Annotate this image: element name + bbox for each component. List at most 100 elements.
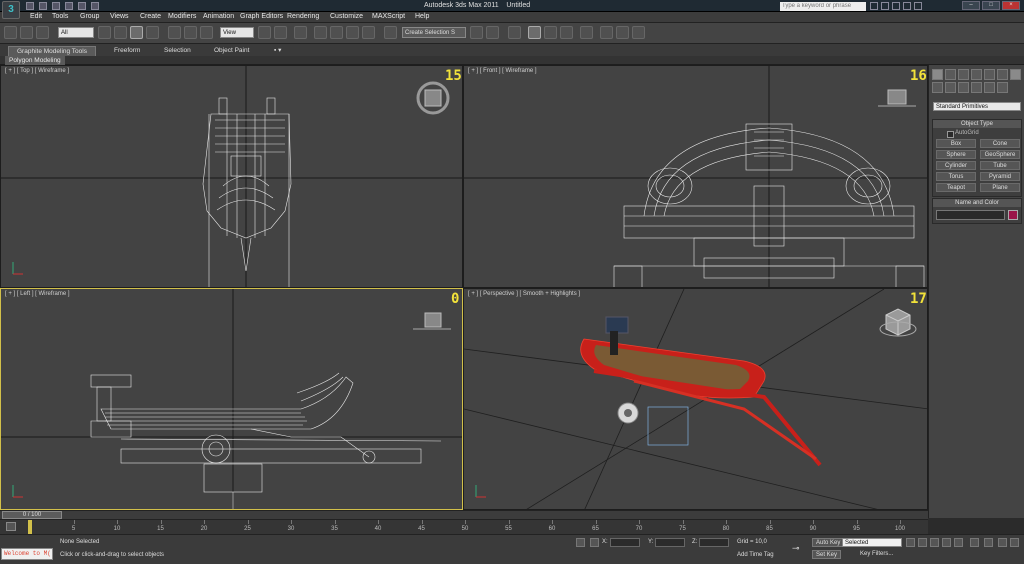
set-key-button[interactable]: Set Key xyxy=(812,550,842,559)
menu-modifiers[interactable]: Modifiers xyxy=(168,13,196,20)
autogrid-checkbox[interactable]: AutoGrid xyxy=(933,128,1021,138)
edit-named-selection-icon[interactable] xyxy=(384,26,397,39)
maximize-viewport-icon[interactable] xyxy=(1010,538,1019,547)
bind-space-warp-icon[interactable] xyxy=(36,26,49,39)
align-icon[interactable] xyxy=(486,26,499,39)
go-to-end-icon[interactable] xyxy=(954,538,963,547)
utilities-tab-icon[interactable] xyxy=(997,69,1008,80)
menu-customize[interactable]: Customize xyxy=(330,13,363,20)
pan-view-icon[interactable] xyxy=(970,538,979,547)
maxscript-listener[interactable]: Welcome to M( xyxy=(1,548,53,560)
key-icon[interactable]: ⊸ xyxy=(792,543,800,554)
tab-freeform[interactable]: Freeform xyxy=(106,46,148,56)
helpers-icon[interactable] xyxy=(971,82,982,93)
percent-snap-icon[interactable] xyxy=(346,26,359,39)
track-bar-toggle-icon[interactable] xyxy=(6,522,16,531)
systems-icon[interactable] xyxy=(997,82,1008,93)
mirror-icon[interactable] xyxy=(470,26,483,39)
snaps-toggle-icon[interactable] xyxy=(314,26,327,39)
schematic-view-icon[interactable] xyxy=(560,26,573,39)
render-production-icon[interactable] xyxy=(632,26,645,39)
reference-coordinate-dropdown[interactable]: View xyxy=(220,27,254,38)
communication-icon[interactable] xyxy=(892,2,900,10)
key-mode-dropdown[interactable]: Selected xyxy=(842,538,902,547)
time-slider[interactable]: 0 / 100 xyxy=(0,510,928,519)
save-file-icon[interactable] xyxy=(52,2,60,10)
project-folder-icon[interactable] xyxy=(91,2,99,10)
rectangular-selection-icon[interactable] xyxy=(130,26,143,39)
angle-snap-icon[interactable] xyxy=(330,26,343,39)
close-icon[interactable]: × xyxy=(1002,1,1020,10)
time-slider-thumb[interactable]: 0 / 100 xyxy=(2,511,62,519)
select-object-icon[interactable] xyxy=(98,26,111,39)
keyword-search-input[interactable] xyxy=(780,2,866,11)
absolute-mode-icon[interactable] xyxy=(590,538,599,547)
open-file-icon[interactable] xyxy=(39,2,47,10)
geosphere-button[interactable]: GeoSphere xyxy=(980,150,1020,159)
viewport-left[interactable]: [ + ] [ Left ] [ Wireframe ] 0 xyxy=(0,288,463,510)
orbit-icon[interactable] xyxy=(984,538,993,547)
pyramid-button[interactable]: Pyramid xyxy=(980,172,1020,181)
material-editor-icon[interactable] xyxy=(580,26,593,39)
viewport-front[interactable]: [ + ] [ Front ] [ Wireframe ] 16 xyxy=(463,65,928,288)
object-name-field[interactable] xyxy=(936,210,1006,220)
keyboard-shortcut-icon[interactable] xyxy=(294,26,307,39)
menu-animation[interactable]: Animation xyxy=(203,13,234,20)
shapes-icon[interactable] xyxy=(932,82,943,93)
select-rotate-icon[interactable] xyxy=(184,26,197,39)
menu-group[interactable]: Group xyxy=(80,13,99,20)
viewport-label[interactable]: [ + ] [ Front ] [ Wireframe ] xyxy=(468,68,537,74)
pivot-center-icon[interactable] xyxy=(258,26,271,39)
redo-icon[interactable] xyxy=(78,2,86,10)
tab-object-paint[interactable]: Object Paint xyxy=(206,46,257,56)
layer-manager-icon[interactable] xyxy=(508,26,521,39)
cameras-icon[interactable] xyxy=(958,82,969,93)
help-icon[interactable] xyxy=(914,2,922,10)
curve-editor-icon[interactable] xyxy=(544,26,557,39)
menu-maxscript[interactable]: MAXScript xyxy=(372,13,405,20)
zoom-icon[interactable] xyxy=(998,538,1007,547)
go-to-start-icon[interactable] xyxy=(906,538,915,547)
search-icon[interactable] xyxy=(870,2,878,10)
menu-rendering[interactable]: Rendering xyxy=(287,13,319,20)
select-manipulate-icon[interactable] xyxy=(274,26,287,39)
cone-button[interactable]: Cone xyxy=(980,139,1020,148)
plane-button[interactable]: Plane xyxy=(980,183,1020,192)
window-crossing-icon[interactable] xyxy=(146,26,159,39)
minimize-icon[interactable]: – xyxy=(962,1,980,10)
unlink-icon[interactable] xyxy=(20,26,33,39)
selection-filter-dropdown[interactable]: All xyxy=(58,27,94,38)
cylinder-button[interactable]: Cylinder xyxy=(936,161,976,170)
tab-selection[interactable]: Selection xyxy=(156,46,199,56)
menu-edit[interactable]: Edit xyxy=(30,13,42,20)
favorites-icon[interactable] xyxy=(903,2,911,10)
select-scale-icon[interactable] xyxy=(200,26,213,39)
viewport-label[interactable]: [ + ] [ Top ] [ Wireframe ] xyxy=(5,68,69,74)
viewport-perspective[interactable]: [ + ] [ Perspective ] [ Smooth + Highlig… xyxy=(463,288,928,510)
previous-frame-icon[interactable] xyxy=(918,538,927,547)
application-button[interactable]: 3 xyxy=(2,1,20,19)
tab-graphite-modeling-tools[interactable]: Graphite Modeling Tools xyxy=(8,46,96,56)
maximize-icon[interactable]: □ xyxy=(982,1,1000,10)
menu-help[interactable]: Help xyxy=(415,13,429,20)
box-button[interactable]: Box xyxy=(936,139,976,148)
tube-button[interactable]: Tube xyxy=(980,161,1020,170)
key-filters-button[interactable]: Key Filters... xyxy=(860,551,893,557)
menu-tools[interactable]: Tools xyxy=(52,13,68,20)
display-tab-icon[interactable] xyxy=(984,69,995,80)
name-and-color-title[interactable]: Name and Color xyxy=(933,199,1021,207)
menu-graph-editors[interactable]: Graph Editors xyxy=(240,13,283,20)
menu-create[interactable]: Create xyxy=(140,13,161,20)
undo-icon[interactable] xyxy=(65,2,73,10)
viewport-label[interactable]: [ + ] [ Perspective ] [ Smooth + Highlig… xyxy=(468,291,580,297)
menu-views[interactable]: Views xyxy=(110,13,129,20)
x-coordinate-field[interactable] xyxy=(610,538,640,547)
ribbon-options-icon[interactable]: ▪ ▾ xyxy=(266,46,289,56)
play-icon[interactable] xyxy=(930,538,939,547)
geometry-icon[interactable] xyxy=(1010,69,1021,80)
tab-polygon-modeling[interactable]: Polygon Modeling xyxy=(5,56,65,65)
select-link-icon[interactable] xyxy=(4,26,17,39)
named-selection-dropdown[interactable]: Create Selection S xyxy=(402,27,466,38)
teapot-button[interactable]: Teapot xyxy=(936,183,976,192)
primitive-type-dropdown[interactable]: Standard Primitives xyxy=(933,102,1021,111)
